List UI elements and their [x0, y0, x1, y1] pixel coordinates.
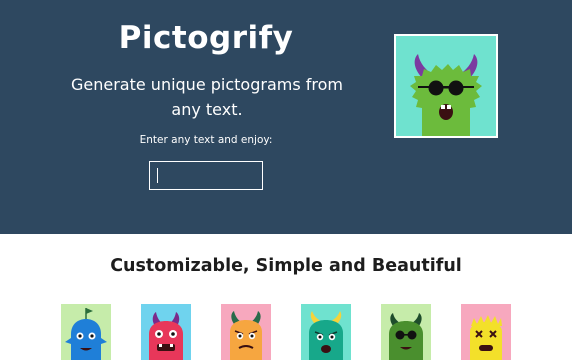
- gallery-pictogram-5: [381, 304, 431, 360]
- blue-monster-flag-icon: [61, 304, 111, 360]
- hero-banner: Pictogrify Generate unique pictograms fr…: [0, 0, 572, 234]
- gallery-pictogram-3: [221, 304, 271, 360]
- yellow-monster-spikes-icon: [461, 304, 511, 360]
- teal-monster-yellow-horns-icon: [301, 304, 351, 360]
- input-prompt: Enter any text and enjoy:: [139, 134, 273, 146]
- gallery-pictogram-1: [61, 304, 111, 360]
- gallery-pictogram-4: [301, 304, 351, 360]
- app-title: Pictogrify: [118, 20, 294, 56]
- green-monster-sunglasses-icon: [396, 36, 496, 136]
- green-monster-sunglasses-icon: [381, 304, 431, 360]
- features-heading: Customizable, Simple and Beautiful: [110, 256, 462, 276]
- pictogram-preview: [394, 34, 498, 138]
- text-input[interactable]: [149, 161, 263, 190]
- gallery-pictogram-6: [461, 304, 511, 360]
- tagline: Generate unique pictograms from any text…: [70, 75, 343, 119]
- gallery-pictogram-2: [141, 304, 191, 360]
- red-monster-horns-icon: [141, 304, 191, 360]
- text-cursor: [157, 168, 158, 183]
- orange-monster-horns-icon: [221, 304, 271, 360]
